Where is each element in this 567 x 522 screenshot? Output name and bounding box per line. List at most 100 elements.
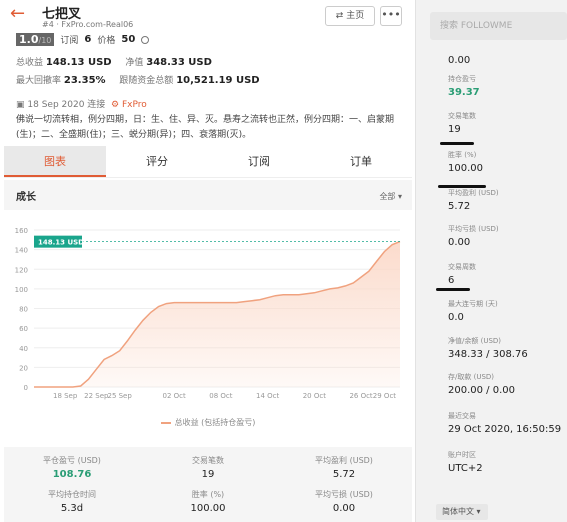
account-stat-label: 交易周数: [448, 263, 476, 271]
trader-description: 佛说一切流转相，例分四期，日：生、住、异、灭。悬寿之流转也正然，例分四期：一、启…: [16, 115, 395, 140]
account-stat-item: 最大连亏期 (天) 0.0: [448, 299, 498, 323]
account-stat-item: 存/取款 (USD) 200.00 / 0.00: [448, 372, 515, 396]
account-stat-value: 348.33 / 308.76: [448, 349, 528, 360]
search-input[interactable]: 搜索 FOLLOWME: [430, 12, 567, 40]
x-tick-label: 14 Oct: [256, 392, 279, 400]
drawdown-value: 23.35%: [63, 75, 106, 86]
follow-funds-value: 10,521.19 USD: [176, 75, 260, 86]
language-selector[interactable]: 简体中文 ▾: [436, 504, 488, 520]
account-stat-value: 29 Oct 2020, 16:50:59: [448, 424, 562, 435]
avg-profit-stat: 平均盈利 (USD) 5.72: [276, 455, 412, 480]
account-stat-label: 胜率 (%): [448, 151, 477, 159]
x-tick-label: 20 Oct: [303, 392, 326, 400]
account-stat-value: 200.00 / 0.00: [448, 385, 515, 396]
subscribe-count: 6: [84, 34, 92, 45]
account-stat-label: 净值/余额 (USD): [448, 337, 502, 345]
account-stat-label: 最近交易: [448, 412, 476, 420]
stat-value: 100.00: [190, 503, 226, 514]
x-tick-label: 26 Oct: [349, 392, 372, 400]
tab-orders[interactable]: 订单: [310, 146, 412, 177]
y-tick-label: 80: [19, 306, 28, 314]
tab-rating[interactable]: 评分: [106, 146, 208, 177]
account-stat-label: 存/取款 (USD): [448, 373, 495, 381]
account-stat-item: 交易周数 6: [448, 262, 476, 286]
more-options-button[interactable]: •••: [380, 6, 402, 26]
trade-count-stat: 交易笔数 19: [140, 455, 276, 480]
account-stat-value: 6: [448, 275, 455, 286]
homepage-button[interactable]: ⇄ 主页: [325, 6, 375, 26]
x-tick-label: 29 Oct: [373, 392, 396, 400]
account-stat-item: 平均盈利 (USD) 5.72: [448, 188, 499, 212]
handwritten-underline: [436, 288, 470, 291]
growth-chart: 0 20 40 60 80 100 120 140 160 148.13 USD 18 Sep 22 …: [15, 227, 401, 400]
y-tick-label: 160: [15, 227, 28, 235]
stat-label: 平均盈利 (USD): [315, 456, 373, 465]
profit-line: 总收益 148.13 USD 净值 348.33 USD: [16, 55, 212, 68]
account-stat-item: 胜率 (%) 100.00: [448, 150, 483, 174]
score-badge: 1.0/10: [16, 33, 55, 46]
stat-value: 19: [201, 469, 215, 480]
account-stat-value: 19: [448, 124, 461, 135]
account-stat-item: 0.00: [448, 52, 470, 66]
connect-date: 18 Sep 2020 连接: [27, 100, 106, 110]
account-id: #4 · FxPro.com-Real06: [42, 20, 134, 29]
y-tick-label: 20: [19, 364, 28, 372]
legend-label: 总收益 (包括持仓盈亏): [174, 418, 256, 427]
account-stat-value: 0.00: [448, 237, 471, 248]
x-tick-label: 08 Oct: [209, 392, 232, 400]
right-sidebar: 搜索 FOLLOWME 0.00 持仓盈亏 39.37 交易笔数 19 胜率 (%) 100…: [418, 0, 567, 522]
account-stat-label: 持仓盈亏: [448, 75, 476, 83]
y-tick-label: 40: [19, 345, 28, 353]
stat-value: 108.76: [52, 469, 92, 480]
avg-hold-time-stat: 平均持仓时间 5.3d: [4, 489, 140, 514]
tab-chart[interactable]: 图表: [4, 146, 106, 177]
follow-funds-label: 跟随资金总额: [119, 76, 174, 86]
score-row: 1.0/10 订阅 6 价格 50: [16, 33, 150, 46]
score-denominator: /10: [38, 36, 52, 45]
tab-subscribe[interactable]: 订阅: [208, 146, 310, 177]
x-tick-label: 25 Sep: [107, 392, 132, 400]
back-arrow-icon[interactable]: ←: [10, 4, 30, 24]
stat-label: 平均持仓时间: [48, 490, 96, 499]
stat-label: 胜率 (%): [191, 490, 225, 499]
account-stat-value: 0.00: [448, 55, 471, 66]
net-label: 净值: [125, 58, 144, 68]
score-value: 1.0: [19, 33, 39, 46]
avg-loss-stat: 平均亏损 (USD) 0.00: [276, 489, 412, 514]
broker-link[interactable]: FxPro: [122, 100, 147, 110]
account-stat-value: 39.37: [448, 87, 480, 98]
stat-value: 5.72: [332, 469, 356, 480]
subscribe-label: 订阅: [60, 36, 79, 46]
total-profit-label: 总收益: [16, 58, 44, 68]
legend-swatch: [160, 421, 171, 424]
account-stat-item: 最近交易 29 Oct 2020, 16:50:59: [448, 411, 561, 435]
account-stat-value: 5.72: [448, 201, 471, 212]
drawdown-label: 最大回撤率: [16, 76, 62, 86]
account-stat-item: 账户时区 UTC+2: [448, 450, 483, 474]
account-stat-label: 平均盈利 (USD): [448, 189, 499, 197]
account-stat-label: 账户时区: [448, 451, 476, 459]
win-rate-stat: 胜率 (%) 100.00: [140, 489, 276, 514]
stat-label: 交易笔数: [192, 456, 224, 465]
handwritten-underline: [438, 185, 486, 188]
price-value: 50: [121, 34, 136, 45]
net-value: 348.33 USD: [146, 57, 212, 68]
price-label: 价格: [97, 36, 116, 46]
growth-area: [34, 241, 400, 387]
total-profit-value: 148.13 USD: [45, 57, 112, 68]
meta-line: ▣ 18 Sep 2020 连接 ⚙ FxPro: [16, 97, 147, 110]
range-dropdown[interactable]: 全部 ▾: [379, 191, 402, 202]
summary-stats: 平仓盈亏 (USD) 108.76 交易笔数 19 平均盈利 (USD) 5.72 平…: [4, 447, 412, 522]
account-stat-item: 平均亏损 (USD) 0.00: [448, 224, 499, 248]
account-stat-value: 0.0: [448, 312, 464, 323]
chart-legend: 总收益 (包括持仓盈亏): [0, 417, 416, 428]
growth-title: 成长: [16, 192, 36, 203]
stat-value: 0.00: [332, 503, 356, 514]
account-stat-item: 净值/余额 (USD) 348.33 / 308.76: [448, 336, 528, 360]
account-stat-item: 交易笔数 19: [448, 111, 476, 135]
y-tick-label: 0: [24, 384, 28, 392]
closed-pnl-stat: 平仓盈亏 (USD) 108.76: [4, 455, 140, 480]
handwritten-underline: [440, 142, 474, 145]
account-stat-label: 平均亏损 (USD): [448, 225, 499, 233]
x-tick-label: 02 Oct: [163, 392, 186, 400]
